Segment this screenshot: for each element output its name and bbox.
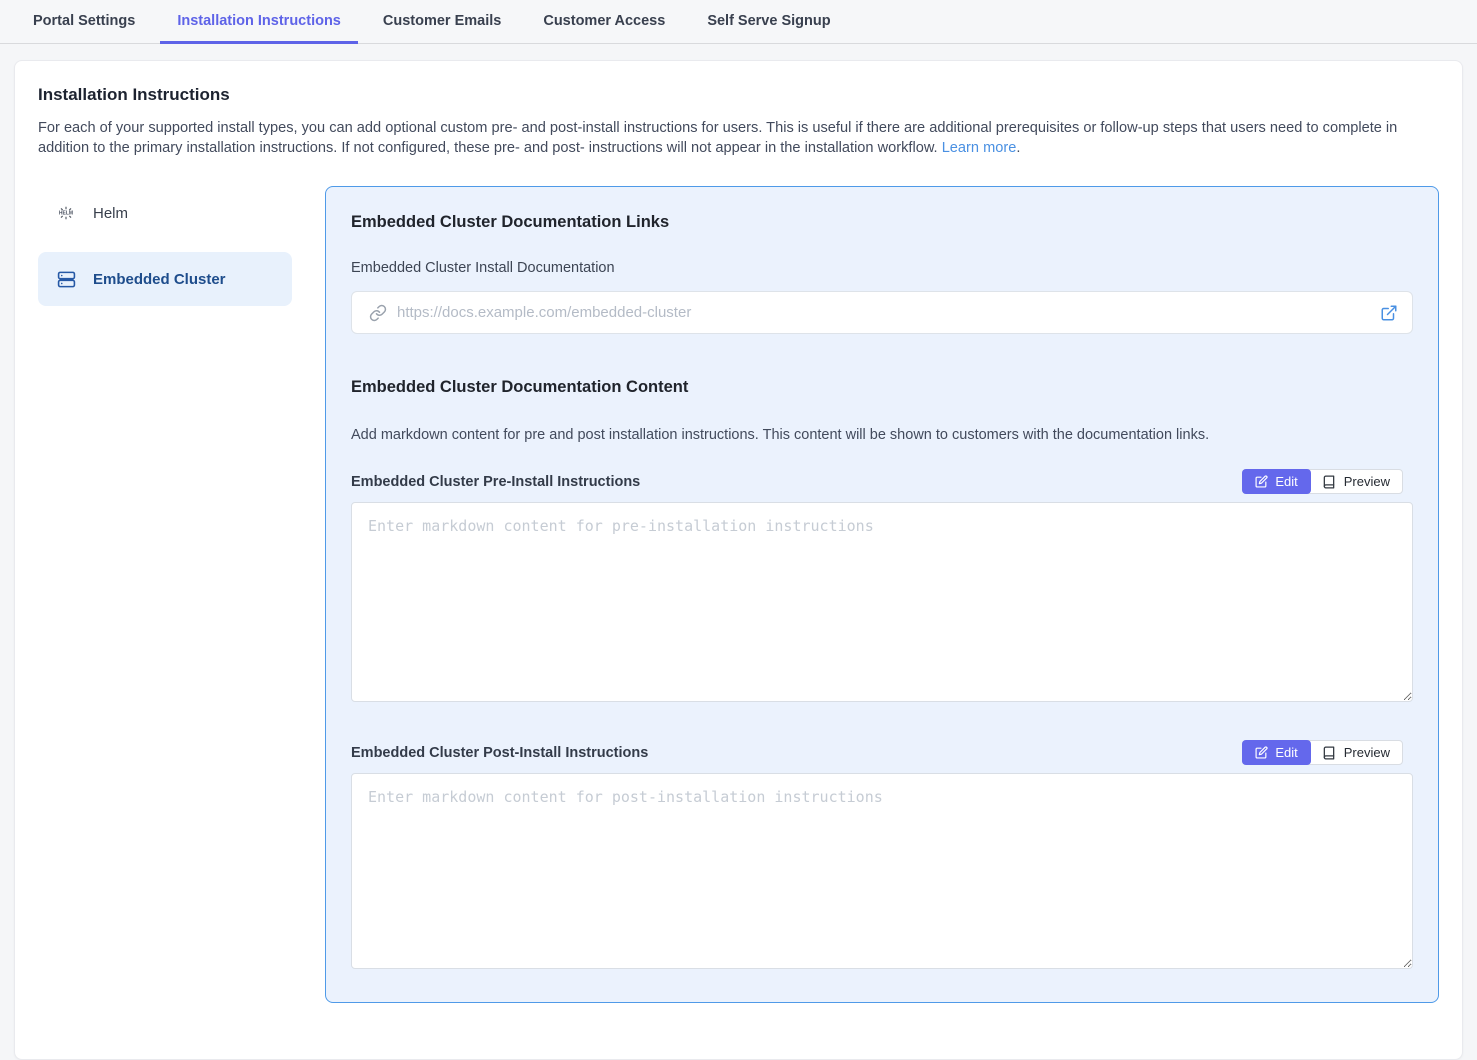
- edit-icon: [1255, 475, 1268, 488]
- post-install-edit-button[interactable]: Edit: [1242, 740, 1310, 765]
- sidebar-item-helm[interactable]: HELM Helm: [38, 186, 292, 240]
- learn-more-period: .: [1016, 140, 1020, 156]
- pre-install-textarea[interactable]: [351, 502, 1413, 702]
- preview-button-label: Preview: [1344, 745, 1390, 760]
- pre-install-mode-toggle: Edit Preview: [1242, 469, 1403, 494]
- post-install-preview-button[interactable]: Preview: [1310, 741, 1402, 764]
- svg-text:HELM: HELM: [59, 211, 73, 217]
- sidebar-item-label: Helm: [93, 205, 128, 222]
- book-icon: [1322, 746, 1336, 760]
- helm-icon: HELM: [56, 203, 76, 223]
- sidebar-item-label: Embedded Cluster: [93, 271, 226, 288]
- post-install-block: Embedded Cluster Post-Install Instructio…: [351, 740, 1413, 969]
- edit-button-label: Edit: [1275, 474, 1297, 489]
- tab-portal-settings[interactable]: Portal Settings: [16, 0, 152, 44]
- content-row: HELM Helm Embedded Cluster: [38, 186, 1439, 1003]
- learn-more-link[interactable]: Learn more: [942, 140, 1017, 156]
- post-install-textarea[interactable]: [351, 773, 1413, 969]
- preview-button-label: Preview: [1344, 474, 1390, 489]
- page-description: For each of your supported install types…: [38, 118, 1436, 158]
- page-title: Installation Instructions: [38, 85, 1439, 105]
- install-doc-url-field: [351, 291, 1413, 334]
- external-link-icon[interactable]: [1380, 304, 1398, 322]
- doc-content-description: Add markdown content for pre and post in…: [351, 427, 1413, 443]
- post-install-mode-toggle: Edit Preview: [1242, 740, 1403, 765]
- top-tab-bar: Portal Settings Installation Instruction…: [0, 0, 1477, 44]
- pre-install-block: Embedded Cluster Pre-Install Instruction…: [351, 469, 1413, 702]
- pre-install-preview-button[interactable]: Preview: [1310, 470, 1402, 493]
- doc-links-section-title: Embedded Cluster Documentation Links: [351, 213, 1413, 232]
- install-doc-label: Embedded Cluster Install Documentation: [351, 260, 1413, 276]
- link-icon: [369, 304, 387, 322]
- doc-content-section-title: Embedded Cluster Documentation Content: [351, 378, 1413, 397]
- server-stack-icon: [56, 270, 76, 289]
- tab-customer-access[interactable]: Customer Access: [526, 0, 682, 44]
- book-icon: [1322, 475, 1336, 489]
- tab-installation-instructions[interactable]: Installation Instructions: [160, 0, 358, 44]
- install-doc-url-input[interactable]: [397, 304, 1370, 321]
- pre-install-edit-button[interactable]: Edit: [1242, 469, 1310, 494]
- post-install-label: Embedded Cluster Post-Install Instructio…: [351, 745, 648, 761]
- edit-icon: [1255, 746, 1268, 759]
- pre-install-label: Embedded Cluster Pre-Install Instruction…: [351, 474, 640, 490]
- tab-self-serve-signup[interactable]: Self Serve Signup: [690, 0, 847, 44]
- tab-customer-emails[interactable]: Customer Emails: [366, 0, 518, 44]
- embedded-cluster-panel: Embedded Cluster Documentation Links Emb…: [325, 186, 1439, 1003]
- page-description-text: For each of your supported install types…: [38, 120, 1397, 156]
- install-type-sidebar: HELM Helm Embedded Cluster: [38, 186, 292, 318]
- sidebar-item-embedded-cluster[interactable]: Embedded Cluster: [38, 252, 292, 306]
- main-card: Installation Instructions For each of yo…: [14, 60, 1463, 1060]
- edit-button-label: Edit: [1275, 745, 1297, 760]
